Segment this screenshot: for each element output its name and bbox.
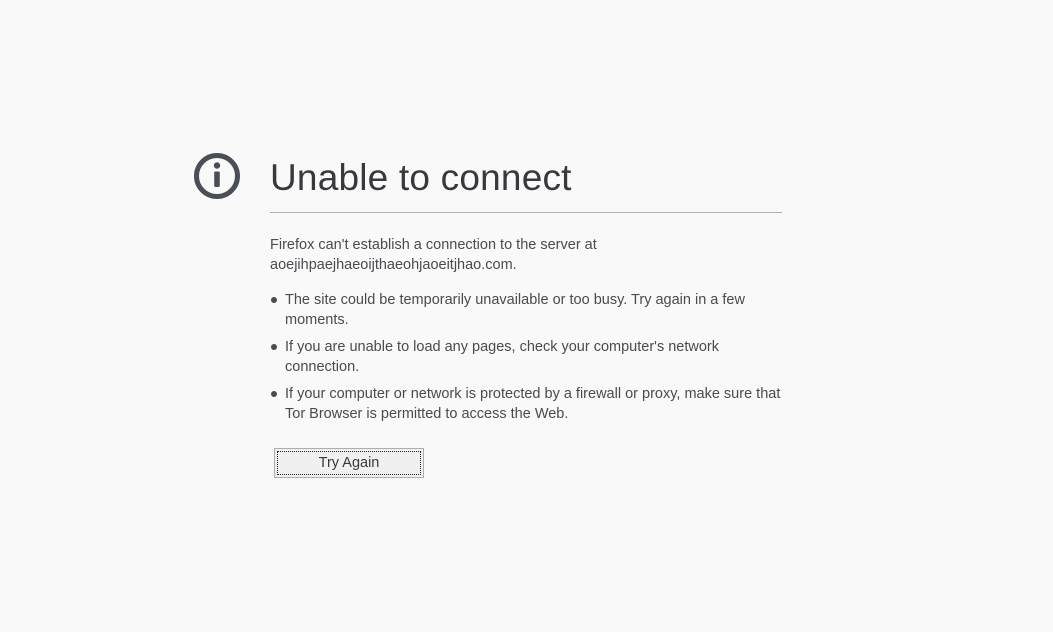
reason-text: If your computer or network is protected…	[285, 386, 781, 422]
error-description: Firefox can't establish a connection to …	[270, 235, 782, 275]
try-again-label: Try Again	[277, 451, 421, 475]
error-page: Unable to connect Firefox can't establis…	[0, 0, 1053, 632]
list-item: The site could be temporarily unavailabl…	[270, 290, 782, 330]
server-hostname: aoejihpaejhaeoijthaeohjaoeitjhao.com.	[270, 257, 517, 273]
info-icon	[194, 153, 240, 199]
page-title: Unable to connect	[270, 150, 782, 213]
reason-text: If you are unable to load any pages, che…	[285, 339, 719, 375]
reasons-list: The site could be temporarily unavailabl…	[270, 290, 782, 424]
bullet-icon	[271, 344, 277, 350]
description-text: Firefox can't establish a connection to …	[270, 237, 597, 253]
reason-text: The site could be temporarily unavailabl…	[285, 292, 745, 328]
bullet-icon	[271, 391, 277, 397]
bullet-icon	[271, 297, 277, 303]
list-item: If you are unable to load any pages, che…	[270, 337, 782, 377]
error-container: Unable to connect Firefox can't establis…	[270, 150, 782, 478]
try-again-button[interactable]: Try Again	[274, 448, 424, 478]
list-item: If your computer or network is protected…	[270, 384, 782, 424]
